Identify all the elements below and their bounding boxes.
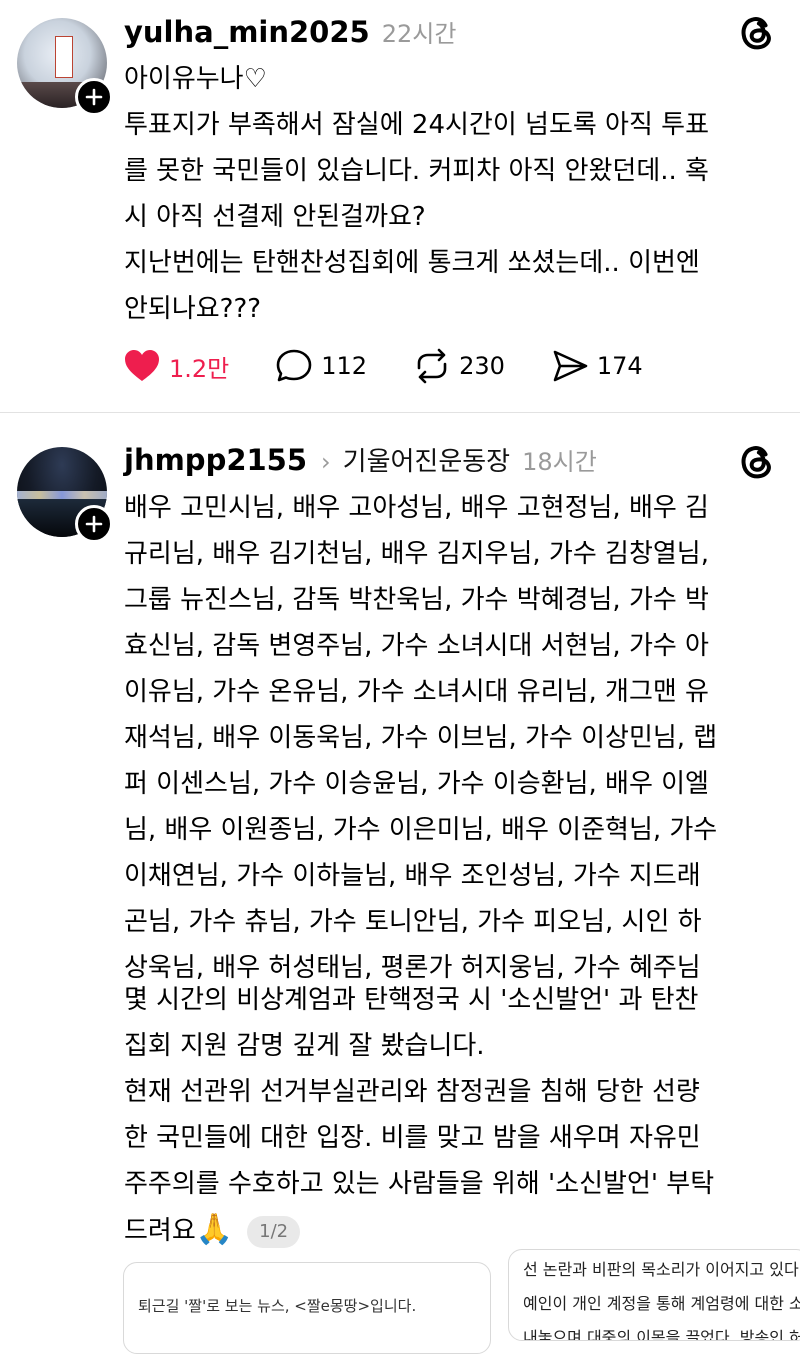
post-line: 를 못한 국민들이 있습니다. 커피차 아직 안왔던데.. 혹 (124, 156, 709, 186)
repost-button[interactable]: 230 (413, 348, 505, 384)
post-line: 효신님, 감독 변영주님, 가수 소녀시대 서현님, 가수 아 (124, 631, 709, 661)
page-indicator: 1/2 (247, 1215, 301, 1248)
username[interactable]: jhmpp2155 (124, 443, 307, 477)
post-line-text: 드려요 (124, 1216, 196, 1246)
post-line: 안되나요??? (124, 294, 262, 324)
avatar-flag (55, 36, 73, 78)
card-line: 내놓으며 대중의 이목을 끌었다. 방송인 허지 (523, 1328, 800, 1341)
action-bar: 1.2만 112 230 174 (123, 348, 689, 384)
username[interactable]: yulha_min2025 (124, 15, 370, 49)
post-line: 님, 배우 이원종님, 가수 이은미님, 배우 이준혁님, 가수 (124, 815, 718, 845)
post-line: 퍼 이센스님, 가수 이승윤님, 가수 이승환님, 배우 이엘 (124, 769, 709, 799)
plus-icon (85, 515, 103, 533)
post-line: 주주의를 수호하고 있는 사람들을 위해 '소신발언' 부탁 (124, 1169, 715, 1199)
threads-icon[interactable] (738, 14, 776, 52)
post-line: 이채연님, 가수 이하늘님, 배우 조인성님, 가수 지드래 (124, 861, 701, 891)
like-count: 1.2만 (169, 354, 230, 383)
like-button[interactable]: 1.2만 (123, 348, 229, 384)
post-line: 이유님, 가수 온유님, 가수 소녀시대 유리님, 개그맨 유 (124, 677, 709, 707)
card-text: 퇴근길 '짤'로 보는 뉴스, <짤e몽땅>입니다. (138, 1297, 417, 1315)
post-line: 한 국민들에 대한 입장. 비를 맞고 밤을 새우며 자유민 (124, 1123, 701, 1153)
card-line: 선 논란과 비판의 목소리가 이어지고 있다. 이 (523, 1260, 800, 1279)
share-count: 174 (596, 352, 643, 380)
post-text: 아이유누나♡ 투표지가 부족해서 잠실에 24시간이 넘도록 아직 투표 를 못… (124, 56, 784, 332)
post-line-last: 드려요🙏 1/2 (124, 1207, 784, 1254)
post-1: yulha_min2025 22시간 아이유누나♡ 투표지가 부족해서 잠실에 … (0, 0, 800, 412)
post-line: 현재 선관위 선거부실관리와 참정권을 침해 당한 선량 (124, 1077, 700, 1107)
send-icon (553, 350, 588, 382)
post-line: 지난번에는 탄핸찬성집회에 통크게 쏘셨는데.. 이번엔 (124, 248, 700, 278)
comment-button[interactable]: 112 (275, 348, 367, 384)
post-line: 몇 시간의 비상계엄과 탄핵정국 시 '소신발언' 과 탄찬 (124, 985, 699, 1015)
post-line: 그룹 뉴진스님, 감독 박찬욱님, 가수 박혜경님, 가수 박 (124, 585, 709, 615)
post-text-continued: 몇 시간의 비상계엄과 탄핵정국 시 '소신발언' 과 탄찬 집회 지원 감명 … (124, 977, 784, 1254)
post-line: 배우 고민시님, 배우 고아성님, 배우 고현정님, 배우 김 (124, 493, 709, 523)
threads-icon[interactable] (738, 443, 776, 481)
post-line: 집회 지원 감명 깊게 잘 봤습니다. (124, 1031, 485, 1061)
post-header: yulha_min2025 22시간 (124, 14, 456, 49)
follow-button[interactable] (75, 78, 113, 116)
repost-icon (417, 348, 447, 384)
comment-icon (276, 349, 312, 382)
attachment-card-1[interactable]: 퇴근길 '짤'로 보는 뉴스, <짤e몽땅>입니다. (123, 1262, 491, 1354)
praying-hands-icon: 🙏 (195, 1212, 234, 1247)
post-line: 아이유누나♡ (124, 64, 267, 94)
post-header: jhmpp2155 › 기울어진운동장 18시간 (124, 441, 597, 478)
post-line: 시 아직 선결제 안된걸까요? (124, 202, 426, 232)
card-line: 예인이 개인 계정을 통해 계엄령에 대한 소신 (523, 1294, 800, 1313)
community-name[interactable]: 기울어진운동장 (343, 441, 510, 478)
comment-count: 112 (321, 352, 368, 380)
post-time: 18시간 (522, 448, 597, 476)
post-line: 투표지가 부족해서 잠실에 24시간이 넘도록 아직 투표 (124, 110, 709, 140)
post-time: 22시간 (381, 20, 457, 48)
post-2: jhmpp2155 › 기울어진운동장 18시간 배우 고민시님, 배우 고아성… (0, 413, 800, 1354)
post-line: 재석님, 배우 이동욱님, 가수 이브님, 가수 이상민님, 랩 (124, 723, 718, 753)
post-line: 곤님, 가수 츄님, 가수 토니안님, 가수 피오님, 시인 하 (124, 907, 702, 937)
post-line: 규리님, 배우 김기천님, 배우 김지우님, 가수 김창열님, (124, 539, 709, 569)
follow-button[interactable] (75, 505, 113, 543)
heart-icon (125, 350, 159, 381)
chevron-right-icon: › (321, 448, 331, 476)
plus-icon (85, 88, 103, 106)
avatar-city-lights (17, 491, 107, 499)
attachment-card-2[interactable]: 선 논란과 비판의 목소리가 이어지고 있다. 이 예인이 개인 계정을 통해 … (508, 1249, 800, 1341)
post-text: 배우 고민시님, 배우 고아성님, 배우 고현정님, 배우 김 규리님, 배우 … (124, 485, 784, 991)
repost-count: 230 (459, 352, 505, 380)
share-button[interactable]: 174 (551, 348, 643, 384)
